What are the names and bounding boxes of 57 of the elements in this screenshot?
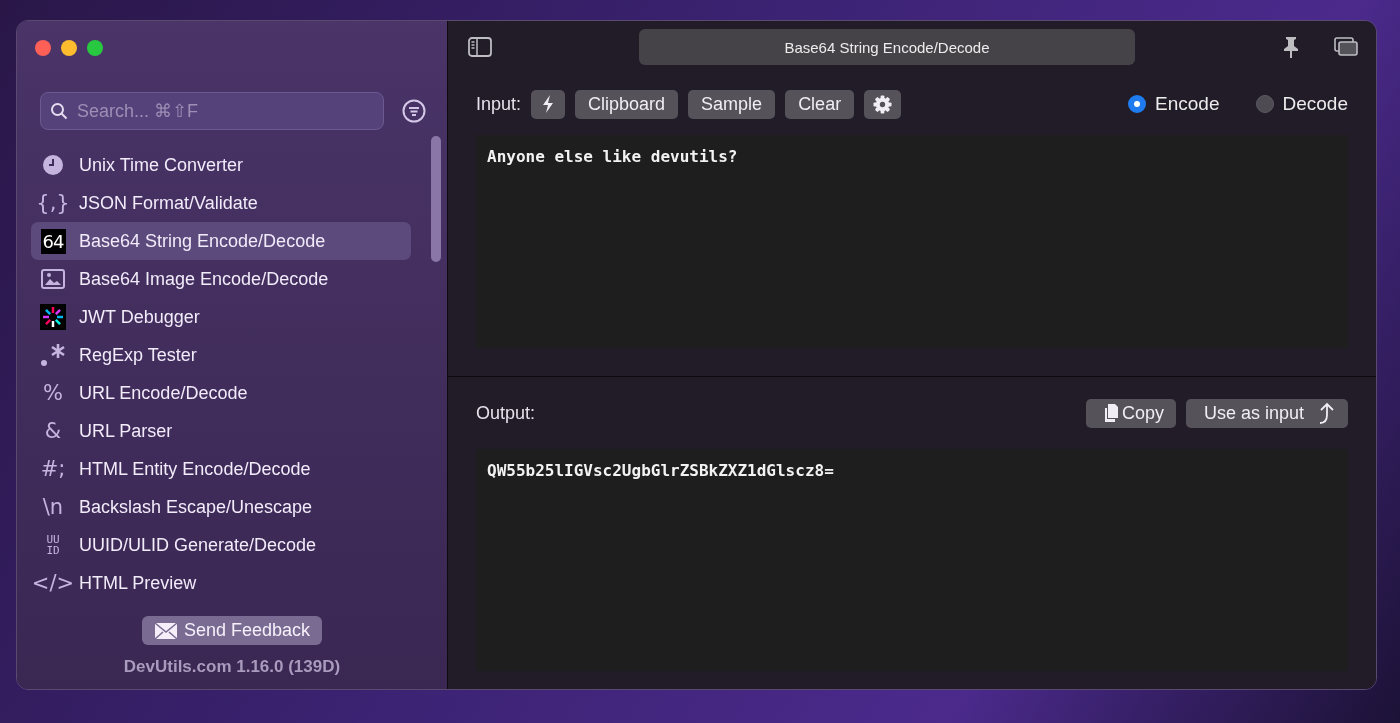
copy-icon [1103, 404, 1118, 422]
window-control-button[interactable] [87, 40, 103, 56]
input-action-button[interactable]: Clear [785, 89, 855, 119]
glyph-icon: UU ID [46, 534, 60, 556]
sidebar-item[interactable]: JWT Debugger [31, 298, 411, 336]
clock-icon [42, 154, 64, 176]
search-icon [50, 102, 68, 120]
send-feedback-button[interactable]: Send Feedback [141, 616, 323, 645]
copy-button[interactable]: Copy [1085, 398, 1176, 428]
sidebar-item[interactable]: {,} JSON Format/Validate [31, 184, 411, 222]
image-icon [41, 269, 65, 289]
input-action-button[interactable]: Sample [688, 89, 776, 119]
settings-icon [873, 94, 893, 114]
glyph-icon: </> [31, 572, 75, 594]
sidebar-item[interactable]: & URL Parser [31, 412, 411, 450]
glyph-icon: 64 [40, 228, 66, 254]
search-field[interactable]: Search... ⌘⇧F [40, 92, 384, 130]
settings-button[interactable] [864, 89, 902, 119]
glyph-icon: % [43, 382, 63, 404]
scrollbar-thumb[interactable] [431, 136, 441, 262]
glyph-icon: & [44, 420, 62, 442]
output-text-area: QW55b25lIGVsc2UgbGlrZSBkZXZ1dGlscz8= [476, 449, 1348, 671]
use-as-input-button[interactable]: Use as input [1185, 398, 1348, 428]
window-control-button[interactable] [35, 40, 51, 56]
regex-icon [39, 342, 67, 368]
mode-radio[interactable]: Decode [1255, 93, 1348, 115]
sidebar-item[interactable]: UU ID UUID/ULID Generate/Decode [31, 526, 411, 564]
windows-icon[interactable] [1334, 37, 1358, 57]
arrow-up-icon [1318, 402, 1336, 424]
window-title: Base64 String Encode/Decode [639, 29, 1135, 65]
sidebar-item[interactable]: \n Backslash Escape/Unescape [31, 488, 411, 526]
input-action-button[interactable]: Clipboard [575, 89, 679, 119]
sidebar-toggle-icon[interactable] [468, 37, 492, 57]
envelope-icon [153, 621, 178, 640]
sidebar-item[interactable]: % URL Encode/Decode [31, 374, 411, 412]
filter-icon[interactable] [402, 99, 426, 123]
asterisk-logo-icon [40, 304, 66, 330]
input-text-area[interactable]: Anyone else like devutils? [476, 135, 1348, 348]
glyph-icon: {,} [36, 192, 70, 214]
lightning-button[interactable] [531, 89, 566, 119]
sidebar-item[interactable]: #; HTML Entity Encode/Decode [31, 450, 411, 488]
sidebar-item[interactable]: </> HTML Preview [31, 564, 411, 602]
glyph-icon: #; [40, 458, 66, 480]
mode-radio[interactable]: Encode [1128, 93, 1220, 115]
radio-dot[interactable] [1128, 95, 1147, 113]
sidebar-item[interactable]: RegExp Tester [31, 336, 411, 374]
output-label: Output: [476, 402, 536, 424]
sidebar-item[interactable]: Base64 Image Encode/Decode [31, 260, 411, 298]
glyph-icon: \n [42, 496, 64, 518]
window-control-button[interactable] [61, 40, 77, 56]
radio-dot[interactable] [1255, 95, 1274, 113]
input-label: Input: [476, 93, 522, 115]
lightning-icon [541, 95, 556, 113]
sidebar-item[interactable]: Unix Time Converter [31, 146, 411, 184]
pin-icon[interactable] [1282, 36, 1300, 58]
version-text: DevUtils.com 1.16.0 (139D) [123, 657, 341, 677]
sidebar-item[interactable]: 64 Base64 String Encode/Decode [31, 222, 411, 260]
